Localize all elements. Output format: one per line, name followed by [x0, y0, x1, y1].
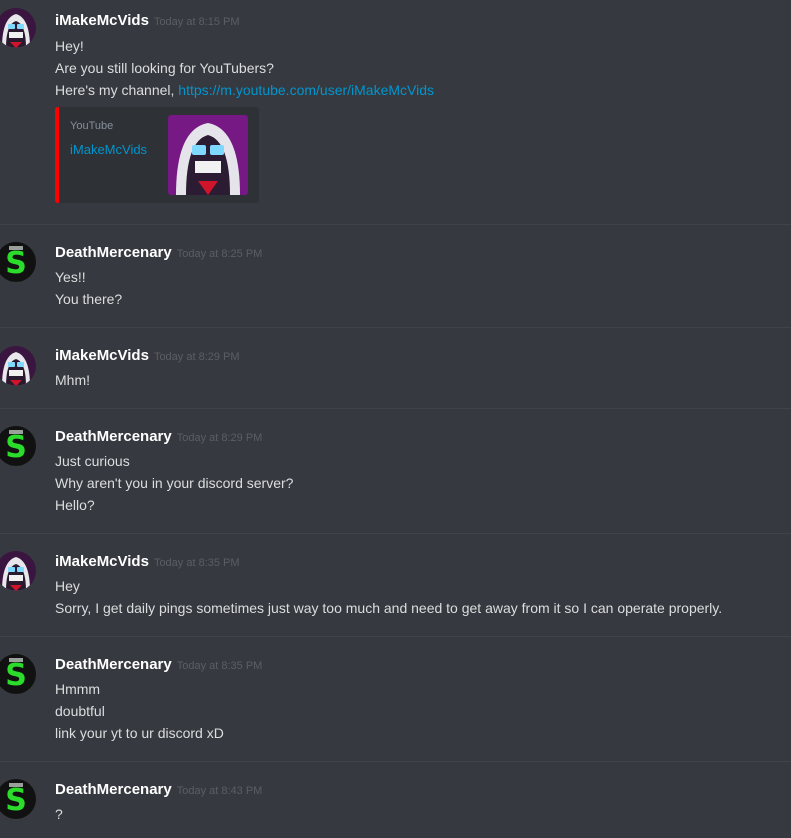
message-line: Just curious [55, 453, 130, 469]
green-s-avatar-icon[interactable]: S [0, 654, 36, 694]
message-line: link your yt to ur discord xD [55, 725, 224, 741]
message-line: Mhm! [55, 372, 90, 388]
message-header: DeathMercenary Today at 8:25 PM [55, 244, 262, 264]
message-line: Yes!! [55, 269, 86, 285]
message-header: iMakeMcVids Today at 8:35 PM [55, 553, 240, 573]
username[interactable]: iMakeMcVids [55, 347, 149, 364]
channel-link[interactable]: https://m.youtube.com/user/iMakeMcVids [178, 82, 434, 98]
message-header: iMakeMcVids Today at 8:29 PM [55, 347, 240, 367]
chat-messages-area: iMakeMcVids Today at 8:15 PM Hey! Are you… [0, 0, 791, 838]
username[interactable]: iMakeMcVids [55, 12, 149, 29]
message-line-with-link: Here's my channel, https://m.youtube.com… [55, 81, 434, 99]
svg-text:S: S [5, 658, 27, 693]
message-line: ? [55, 806, 63, 822]
link-prefix: Here's my channel, [55, 82, 179, 98]
timestamp: Today at 8:43 PM [176, 785, 263, 797]
channel-thumbnail-icon[interactable] [168, 115, 248, 195]
timestamp: Today at 8:35 PM [176, 660, 263, 672]
timestamp: Today at 8:15 PM [153, 16, 240, 28]
timestamp: Today at 8:29 PM [176, 432, 263, 444]
timestamp: Today at 8:35 PM [153, 557, 240, 569]
message-divider [0, 408, 791, 409]
username[interactable]: DeathMercenary [55, 244, 172, 261]
green-s-avatar-icon[interactable]: S [0, 426, 36, 466]
green-s-avatar-icon[interactable]: S [0, 779, 36, 819]
svg-text:S: S [5, 246, 27, 281]
message-line: Sorry, I get daily pings sometimes just … [55, 600, 723, 616]
message-line: Why aren't you in your discord server? [55, 475, 294, 491]
message-divider [0, 636, 791, 637]
green-s-avatar-icon[interactable]: S [0, 242, 36, 282]
message-header: iMakeMcVids Today at 8:15 PM [55, 12, 240, 32]
timestamp: Today at 8:25 PM [176, 248, 263, 260]
timestamp: Today at 8:29 PM [153, 351, 240, 363]
message-line: Hmmm [55, 681, 101, 697]
message-line: You there? [55, 291, 123, 307]
hooded-robot-avatar-icon[interactable] [0, 8, 36, 48]
message-line: Hello? [55, 497, 95, 513]
message-header: DeathMercenary Today at 8:29 PM [55, 428, 262, 448]
message-divider [0, 761, 791, 762]
svg-text:S: S [5, 430, 27, 465]
message-line: Are you still looking for YouTubers? [55, 60, 274, 76]
message-header: DeathMercenary Today at 8:43 PM [55, 781, 262, 801]
message-line: Hey! [55, 38, 84, 54]
message-line: Hey [55, 578, 80, 594]
embed-title-link[interactable]: iMakeMcVids [70, 142, 147, 157]
username[interactable]: DeathMercenary [55, 656, 172, 673]
youtube-embed: YouTube iMakeMcVids [55, 107, 259, 203]
message-header: DeathMercenary Today at 8:35 PM [55, 656, 262, 676]
hooded-robot-avatar-icon[interactable] [0, 551, 36, 591]
username[interactable]: DeathMercenary [55, 428, 172, 445]
svg-text:S: S [5, 783, 27, 818]
username[interactable]: DeathMercenary [55, 781, 172, 798]
message-divider [0, 224, 791, 225]
message-divider [0, 327, 791, 328]
hooded-robot-avatar-icon[interactable] [0, 346, 36, 386]
message-line: doubtful [55, 703, 105, 719]
message-divider [0, 533, 791, 534]
embed-provider: YouTube [70, 120, 114, 132]
username[interactable]: iMakeMcVids [55, 553, 149, 570]
